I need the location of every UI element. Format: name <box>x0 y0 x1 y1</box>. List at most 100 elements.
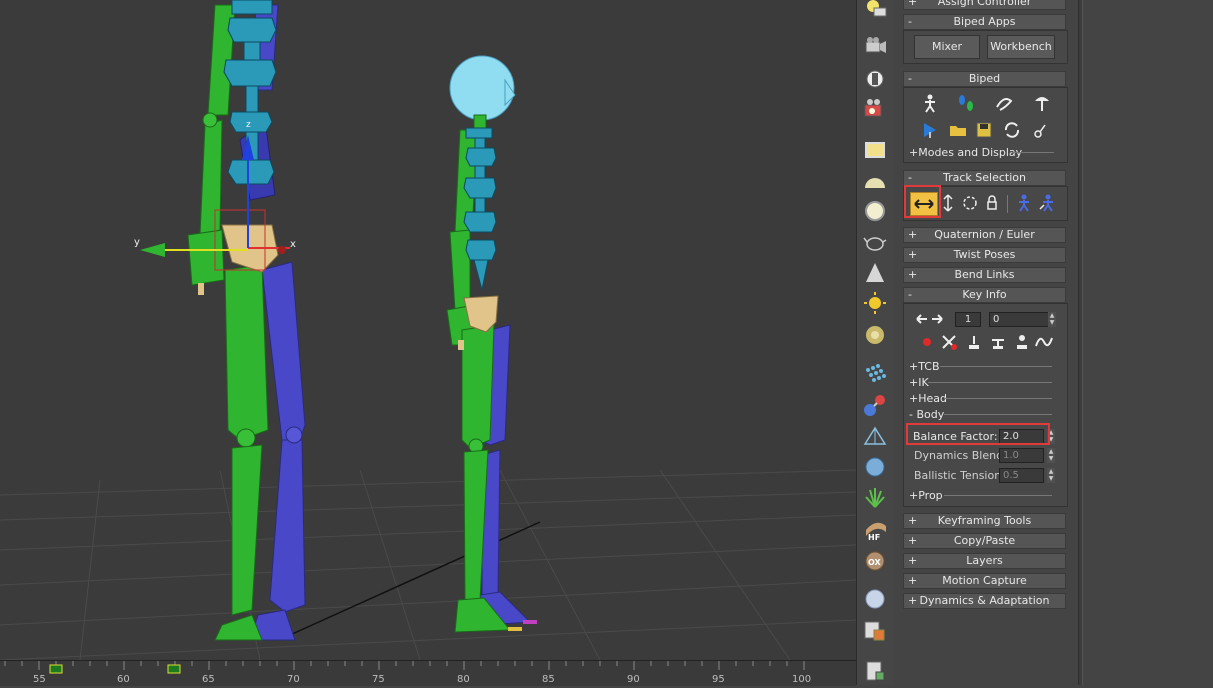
rollout-key-info[interactable]: - Key Info <box>903 287 1066 303</box>
rollout-title: Layers <box>966 554 1003 567</box>
rollout-copy-paste[interactable]: + Copy/Paste <box>903 533 1066 549</box>
tcb-label[interactable]: +TCB <box>909 360 940 373</box>
footstep-mode-icon[interactable] <box>956 93 976 113</box>
key-time-field[interactable]: 0 <box>989 312 1050 327</box>
rollout-assign-controller[interactable]: + Assign Controller <box>903 0 1066 10</box>
torus-icon[interactable] <box>862 322 888 348</box>
timeline-ruler[interactable]: 55 60 65 70 75 80 85 90 95 100 <box>0 660 856 686</box>
tick-label: 75 <box>372 674 385 685</box>
rollout-layers[interactable]: + Layers <box>903 553 1066 569</box>
key-number-field[interactable]: 1 <box>955 312 981 327</box>
tick-label: 60 <box>117 674 130 685</box>
head-label[interactable]: +Head <box>909 392 947 405</box>
workbench-button[interactable]: Workbench <box>987 35 1055 59</box>
boxes-icon[interactable] <box>862 618 888 644</box>
key-marker <box>49 664 63 674</box>
panel-splitter[interactable] <box>1078 0 1083 685</box>
tick-label: 85 <box>542 674 555 685</box>
tick-label: 90 <box>627 674 640 685</box>
modes-display-label[interactable]: +Modes and Display <box>909 146 1022 159</box>
body-label[interactable]: - Body <box>909 408 944 421</box>
figure-mode-icon[interactable] <box>920 93 940 113</box>
motion-flow-icon[interactable] <box>994 93 1014 113</box>
camera-icon[interactable] <box>862 34 888 60</box>
set-key-icon[interactable] <box>917 332 937 352</box>
symmetrical-icon[interactable] <box>1014 193 1034 213</box>
trajectories-icon[interactable] <box>1034 332 1054 352</box>
atom-icon[interactable] <box>862 392 888 418</box>
biped-small <box>446 55 537 633</box>
next-key-icon[interactable] <box>928 309 948 329</box>
move-all-mode-icon[interactable] <box>1030 120 1050 140</box>
delete-key-icon[interactable] <box>939 332 959 352</box>
command-panel: + Assign Controller - Biped Apps Mixer W… <box>893 0 1076 685</box>
gizmo-x-label: x <box>290 239 296 250</box>
geosphere-icon[interactable] <box>862 454 888 480</box>
sun-icon[interactable] <box>862 290 888 316</box>
body-rotation-icon[interactable] <box>960 193 980 213</box>
dots-grid-icon[interactable] <box>862 360 888 386</box>
rollout-bend-links[interactable]: + Bend Links <box>903 267 1066 283</box>
divider <box>944 495 1052 496</box>
key-time-spinner[interactable]: ▲ ▼ <box>1048 312 1056 327</box>
cone-icon[interactable] <box>862 260 888 286</box>
rollout-motion-capture[interactable]: + Motion Capture <box>903 573 1066 589</box>
dynamics-blend-field[interactable]: 1.0 <box>999 448 1044 463</box>
viewport[interactable]: x y z <box>0 0 856 660</box>
rollout-keyframing-tools[interactable]: + Keyframing Tools <box>903 513 1066 529</box>
rollout-title: Motion Capture <box>942 574 1027 587</box>
save-file-icon[interactable] <box>974 120 994 140</box>
right-empty-area <box>1076 0 1213 685</box>
pyramid-icon[interactable] <box>862 424 888 450</box>
yellow-box-icon[interactable] <box>862 137 888 163</box>
rollout-track-selection[interactable]: - Track Selection <box>903 170 1066 186</box>
tick-label: 80 <box>457 674 470 685</box>
rollout-title: Bend Links <box>954 268 1015 281</box>
mixer-button[interactable]: Mixer <box>914 35 980 59</box>
highlight-box <box>906 423 1050 445</box>
ballistic-tension-label: Ballistic Tension: <box>914 469 1005 482</box>
divider <box>1007 195 1008 213</box>
opposite-icon[interactable] <box>1038 193 1058 213</box>
divider <box>928 382 1052 383</box>
dome-icon[interactable] <box>862 168 888 194</box>
dynamics-blend-spinner[interactable]: ▲ ▼ <box>1047 448 1055 463</box>
camera-color-icon[interactable] <box>862 96 888 122</box>
grass-icon[interactable] <box>862 485 888 511</box>
sphere-outline-icon[interactable] <box>862 198 888 224</box>
lightbulb-keyboard-icon[interactable] <box>862 0 888 22</box>
load-file-icon[interactable] <box>948 120 968 140</box>
clipboard-icon[interactable] <box>862 658 888 684</box>
divider <box>944 398 1052 399</box>
ballistic-tension-field[interactable]: 0.5 <box>999 468 1044 483</box>
rollout-title: Copy/Paste <box>953 534 1016 547</box>
biped-large: x y z <box>134 0 306 641</box>
svg-text:OX: OX <box>868 558 882 567</box>
command-icon-column: HF OX <box>856 0 893 685</box>
hf-icon[interactable]: HF <box>862 516 888 542</box>
rollout-title: Biped Apps <box>953 15 1016 28</box>
rollout-title: Twist Poses <box>953 248 1016 261</box>
ballistic-tension-spinner[interactable]: ▲ ▼ <box>1047 468 1055 483</box>
teapot-icon[interactable] <box>862 229 888 255</box>
rollout-biped[interactable]: - Biped <box>903 71 1066 87</box>
prop-label[interactable]: +Prop <box>909 489 943 502</box>
set-planted-key-icon[interactable] <box>964 332 984 352</box>
convert-icon[interactable] <box>1002 120 1022 140</box>
biped-playback-icon[interactable] <box>920 120 940 140</box>
viewport-scene: x y z <box>0 0 856 660</box>
divider <box>944 414 1052 415</box>
sphere-icon[interactable] <box>862 586 888 612</box>
lock-cog-icon[interactable] <box>982 193 1002 213</box>
body-vertical-icon[interactable] <box>938 193 958 213</box>
rollout-quaternion-euler[interactable]: + Quaternion / Euler <box>903 227 1066 243</box>
ox-icon[interactable]: OX <box>862 548 888 574</box>
set-free-key-icon[interactable] <box>1012 332 1032 352</box>
mixer-mode-icon[interactable] <box>1032 93 1052 113</box>
rollout-dynamics-adaptation[interactable]: + Dynamics & Adaptation <box>903 593 1066 609</box>
rollout-biped-apps[interactable]: - Biped Apps <box>903 14 1066 30</box>
ik-label[interactable]: +IK <box>909 376 929 389</box>
rollout-twist-poses[interactable]: + Twist Poses <box>903 247 1066 263</box>
set-sliding-key-icon[interactable] <box>988 332 1008 352</box>
plug-icon[interactable] <box>862 66 888 92</box>
